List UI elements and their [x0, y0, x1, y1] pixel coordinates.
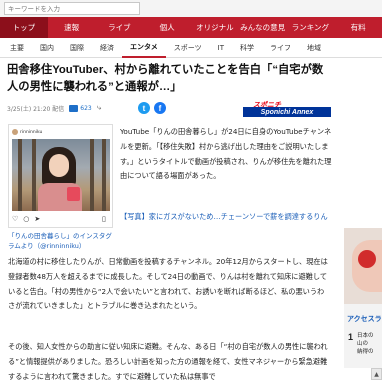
- tab-region[interactable]: 地域: [299, 38, 329, 58]
- embed-account: rinninniku: [20, 129, 43, 135]
- sidebar: アクセスランキング 1 日本の 山の 納得の: [340, 58, 382, 382]
- top-nav-individual[interactable]: 個人: [143, 17, 191, 38]
- photo-caption: 「りんの田舎暮らし」のインスタグラムより（@rinninniku）: [8, 232, 112, 250]
- top-nav-opinions[interactable]: みんなの意見: [239, 17, 287, 38]
- heart-icon[interactable]: ♡: [12, 215, 18, 223]
- top-nav-top[interactable]: トップ: [0, 17, 48, 38]
- tree-trunk: [18, 139, 22, 211]
- search-input[interactable]: [4, 2, 140, 15]
- reply-icon[interactable]: ⤷: [97, 103, 101, 113]
- comment-count[interactable]: 623: [80, 105, 91, 112]
- rank-item-line[interactable]: 納得の: [357, 348, 382, 356]
- article-date: 3/25(土) 21:20 配信: [7, 105, 65, 113]
- top-nav: トップ 速報 ライブ 個人 オリジナル みんなの意見 ランキング 有料: [0, 17, 382, 38]
- share-icon[interactable]: ➤: [34, 215, 40, 223]
- avatar: [12, 129, 18, 135]
- search-bar: [0, 0, 382, 17]
- top-nav-live[interactable]: ライブ: [96, 17, 144, 38]
- article-paragraph-1: YouTube「りんの田舎暮らし」が24日に自身のYouTubeチャンネルを更新…: [120, 127, 332, 181]
- embed-actions: ♡ ○ ➤: [12, 214, 45, 224]
- tab-main[interactable]: 主要: [2, 38, 32, 58]
- embed-photo[interactable]: [12, 139, 110, 211]
- ad-fruit: [358, 250, 376, 268]
- top-nav-original[interactable]: オリジナル: [191, 17, 239, 38]
- tab-economy[interactable]: 経済: [92, 38, 122, 58]
- ranking-title[interactable]: アクセスランキング: [347, 314, 382, 325]
- scroll-up-icon[interactable]: ▲: [371, 368, 382, 380]
- tree-trunk: [102, 139, 106, 211]
- twitter-share-icon[interactable]: t: [138, 102, 150, 114]
- rank-item-line[interactable]: 山の: [357, 340, 382, 348]
- tree-trunk: [90, 139, 94, 211]
- article-paragraph-2: 北海道の村に移住したりんが、日常動画を投稿するチャンネル。20年12月からスター…: [8, 257, 328, 311]
- sidebar-ad[interactable]: アクセスランキング 1 日本の 山の 納得の: [344, 228, 382, 368]
- tab-entertainment[interactable]: エンタメ: [122, 38, 166, 58]
- top-nav-paid[interactable]: 有料: [334, 17, 382, 38]
- article-meta: 3/25(土) 21:20 配信 623 ⤷: [7, 101, 101, 115]
- top-nav-ranking[interactable]: ランキング: [287, 17, 335, 38]
- bookmark-icon[interactable]: ▯: [102, 215, 106, 223]
- ad-photo: [344, 228, 382, 304]
- tab-science[interactable]: 科学: [232, 38, 262, 58]
- article-paragraph-3: その後、知人女性からの助言に従い知床に避難。そんな、ある日「“村の自宅が数人の男…: [8, 342, 328, 381]
- tree-trunk: [32, 139, 36, 211]
- embed-header: rinninniku: [12, 128, 42, 136]
- category-nav: 主要 国内 国際 経済 エンタメ スポーツ IT 科学 ライフ 地域: [0, 38, 382, 58]
- source-logo[interactable]: スポニチ Sponichi Annex: [243, 101, 331, 118]
- source-logo-bottom: Sponichi Annex: [243, 107, 331, 117]
- related-photo-link[interactable]: 【写真】家にガスがないため…チェーンソーで薪を調達するりん: [120, 210, 332, 225]
- instagram-embed[interactable]: rinninniku ♡ ○ ➤ ▯: [8, 124, 113, 228]
- photo-face: [49, 154, 69, 177]
- top-nav-flash[interactable]: 速報: [48, 17, 96, 38]
- tab-life[interactable]: ライフ: [262, 38, 299, 58]
- comment-bubble-icon[interactable]: ○: [23, 215, 29, 223]
- comment-icon[interactable]: [69, 104, 79, 112]
- photo-mug: [67, 187, 80, 201]
- tab-international[interactable]: 国際: [62, 38, 92, 58]
- article-title: 田舎移住YouTuber、村から離れていたことを告白「“自宅が数人の男性に襲われ…: [7, 64, 324, 93]
- tab-it[interactable]: IT: [210, 38, 232, 58]
- facebook-share-icon[interactable]: f: [154, 102, 166, 114]
- tab-domestic[interactable]: 国内: [32, 38, 62, 58]
- tab-sports[interactable]: スポーツ: [166, 38, 210, 58]
- rank-item-line[interactable]: 日本の: [357, 332, 382, 340]
- rank-number: 1: [348, 332, 354, 342]
